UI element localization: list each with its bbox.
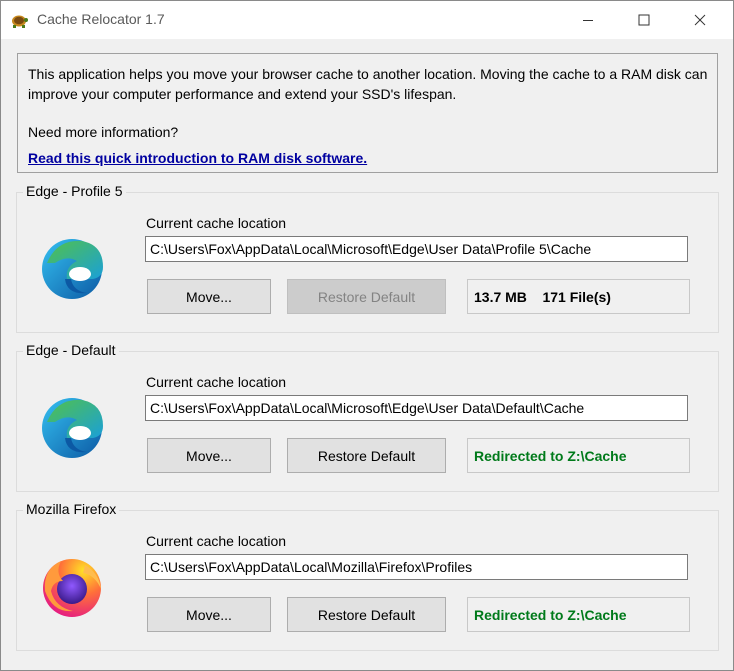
browser-group-firefox: Mozilla Firefox Current cache location M… (16, 501, 719, 651)
move-button[interactable]: Move... (147, 597, 271, 632)
cache-status: 13.7 MB 171 File(s) (467, 279, 690, 314)
window-title: Cache Relocator 1.7 (37, 11, 165, 27)
app-window: Cache Relocator 1.7 This application hel… (0, 0, 734, 671)
maximize-button[interactable] (621, 1, 667, 39)
turtle-app-icon (12, 15, 28, 28)
cache-location-label: Current cache location (146, 215, 287, 231)
title-bar[interactable]: Cache Relocator 1.7 (1, 1, 733, 39)
edge-icon (42, 239, 103, 299)
cache-location-field[interactable] (145, 395, 688, 421)
ram-disk-intro-link[interactable]: Read this quick introduction to RAM disk… (28, 150, 367, 166)
minimize-icon (583, 20, 593, 21)
browser-group-edge-default: Edge - Default Current cache location Mo… (16, 342, 719, 492)
group-title: Mozilla Firefox (23, 501, 120, 517)
maximize-icon (638, 14, 650, 26)
move-button[interactable]: Move... (147, 279, 271, 314)
cache-status: Redirected to Z:\Cache (467, 597, 690, 632)
close-icon (694, 14, 706, 26)
info-question: Need more information? (28, 124, 179, 140)
restore-default-button[interactable]: Restore Default (287, 438, 446, 473)
move-button[interactable]: Move... (147, 438, 271, 473)
cache-location-field[interactable] (145, 554, 688, 580)
group-title: Edge - Profile 5 (23, 183, 126, 199)
minimize-button[interactable] (565, 1, 611, 39)
browser-group-edge-profile-5: Edge - Profile 5 Current cache location … (16, 183, 719, 333)
cache-location-label: Current cache location (146, 374, 287, 390)
group-title: Edge - Default (23, 342, 119, 358)
restore-default-button[interactable]: Restore Default (287, 279, 446, 314)
edge-icon (42, 398, 103, 458)
close-button[interactable] (677, 1, 723, 39)
restore-default-button[interactable]: Restore Default (287, 597, 446, 632)
cache-status: Redirected to Z:\Cache (467, 438, 690, 473)
cache-location-label: Current cache location (146, 533, 287, 549)
info-panel: This application helps you move your bro… (17, 53, 718, 173)
firefox-icon (43, 559, 101, 617)
info-description: This application helps you move your bro… (28, 66, 708, 102)
cache-location-field[interactable] (145, 236, 688, 262)
